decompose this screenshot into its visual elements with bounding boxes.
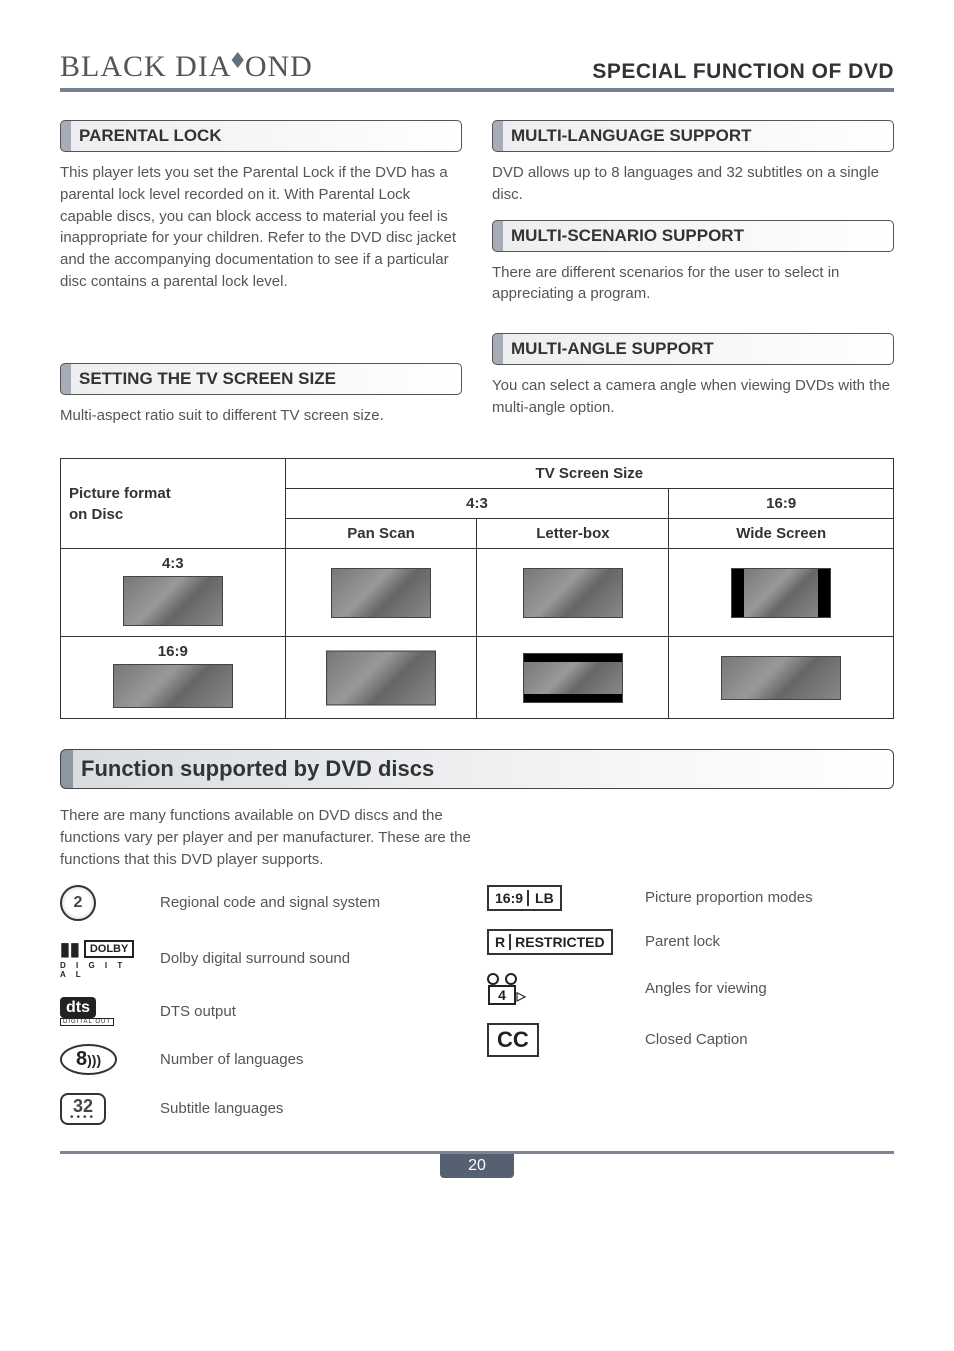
big-section-title: Function supported by DVD discs bbox=[60, 749, 894, 789]
page-number: 20 bbox=[440, 1154, 514, 1178]
aspect-169: 16:9 bbox=[495, 890, 523, 906]
row-169: 16:9 bbox=[61, 637, 286, 719]
section-angle-body: You can select a camera angle when viewi… bbox=[492, 375, 894, 419]
feature-region: 2 Regional code and signal system bbox=[60, 885, 467, 921]
dts-text: dts bbox=[60, 997, 96, 1018]
th-wide: Wide Screen bbox=[669, 519, 894, 549]
region-icon: 2 bbox=[60, 885, 96, 921]
section-angle-title: MULTI-ANGLE SUPPORT bbox=[492, 333, 894, 365]
section-scenario-body: There are different scenarios for the us… bbox=[492, 262, 894, 306]
th-letter: Letter-box bbox=[477, 519, 669, 549]
section-scenario-title: MULTI-SCENARIO SUPPORT bbox=[492, 220, 894, 252]
cell-43-pan bbox=[285, 549, 477, 637]
feature-subtitles-label: Subtitle languages bbox=[160, 1100, 283, 1117]
dolby-icon: ▮▮DOLBY D I G I T A L bbox=[60, 939, 134, 979]
aspect-icon: 16:9 LB bbox=[487, 885, 562, 911]
feature-restricted: R RESTRICTED Parent lock bbox=[487, 929, 894, 955]
row-43-label: 4:3 bbox=[162, 555, 184, 572]
th-tvsize: TV Screen Size bbox=[285, 459, 893, 489]
cc-icon: CC bbox=[487, 1023, 539, 1057]
dts-sub: DIGITAL OUT bbox=[60, 1018, 114, 1026]
feature-cc-label: Closed Caption bbox=[645, 1031, 748, 1048]
section-screen-body: Multi-aspect ratio suit to different TV … bbox=[60, 405, 462, 427]
row-169-label: 16:9 bbox=[158, 643, 188, 660]
cell-169-pan bbox=[285, 637, 477, 719]
th-picture-format-2: on Disc bbox=[69, 506, 123, 523]
feature-subtitles: 32 •••• Subtitle languages bbox=[60, 1093, 467, 1125]
th-picture-format: Picture format on Disc bbox=[61, 459, 286, 549]
brand-text-2: OND bbox=[245, 50, 313, 84]
feature-region-label: Regional code and signal system bbox=[160, 894, 380, 911]
thumb-icon bbox=[523, 653, 623, 703]
page-title: SPECIAL FUNCTION OF DVD bbox=[592, 60, 894, 84]
region-num: 2 bbox=[74, 894, 83, 912]
angles-num: 4 bbox=[498, 987, 506, 1003]
thumb-icon bbox=[721, 656, 841, 700]
thumb-169-disc bbox=[113, 664, 233, 708]
feature-aspect: 16:9 LB Picture proportion modes bbox=[487, 885, 894, 911]
dts-icon: dts DIGITAL OUT bbox=[60, 997, 114, 1026]
th-169: 16:9 bbox=[669, 489, 894, 519]
diamond-icon: ◆ bbox=[232, 46, 245, 72]
thumb-icon bbox=[523, 568, 623, 618]
features-right: 16:9 LB Picture proportion modes R RESTR… bbox=[487, 885, 894, 1125]
th-picture-format-1: Picture format bbox=[69, 485, 171, 502]
restricted-text: RESTRICTED bbox=[515, 934, 604, 950]
section-parental-title: PARENTAL LOCK bbox=[60, 120, 462, 152]
section-screen-title: SETTING THE TV SCREEN SIZE bbox=[60, 363, 462, 395]
feature-languages: 8))) Number of languages bbox=[60, 1044, 467, 1075]
right-column: MULTI-LANGUAGE SUPPORT DVD allows up to … bbox=[492, 120, 894, 440]
left-column: PARENTAL LOCK This player lets you set t… bbox=[60, 120, 462, 440]
languages-icon: 8))) bbox=[60, 1044, 117, 1075]
feature-dolby: ▮▮DOLBY D I G I T A L Dolby digital surr… bbox=[60, 939, 467, 979]
feature-angles: 4▷ Angles for viewing bbox=[487, 973, 894, 1005]
feature-angles-label: Angles for viewing bbox=[645, 980, 767, 997]
feature-dts-label: DTS output bbox=[160, 1003, 236, 1020]
brand-text-1: BLACK DIA bbox=[60, 50, 232, 84]
brand-logo: BLACK DIA◆OND bbox=[60, 50, 313, 84]
restricted-r: R bbox=[495, 934, 511, 950]
thumb-43-disc bbox=[123, 576, 223, 626]
angles-icon: 4▷ bbox=[487, 973, 517, 1005]
page-header: BLACK DIA◆OND SPECIAL FUNCTION OF DVD bbox=[60, 50, 894, 92]
page-footer: 20 bbox=[60, 1151, 894, 1178]
feature-cc: CC Closed Caption bbox=[487, 1023, 894, 1057]
th-pan: Pan Scan bbox=[285, 519, 477, 549]
big-section-body: There are many functions available on DV… bbox=[60, 805, 490, 870]
feature-dolby-label: Dolby digital surround sound bbox=[160, 950, 350, 967]
thumb-icon bbox=[331, 568, 431, 618]
dolby-text: DOLBY bbox=[84, 940, 135, 958]
th-43: 4:3 bbox=[285, 489, 669, 519]
section-multilang-title: MULTI-LANGUAGE SUPPORT bbox=[492, 120, 894, 152]
cell-169-wide bbox=[669, 637, 894, 719]
two-column-layout: PARENTAL LOCK This player lets you set t… bbox=[60, 120, 894, 440]
thumb-icon bbox=[326, 650, 436, 705]
restricted-icon: R RESTRICTED bbox=[487, 929, 613, 955]
features-grid: 2 Regional code and signal system ▮▮DOLB… bbox=[60, 885, 894, 1125]
feature-dts: dts DIGITAL OUT DTS output bbox=[60, 997, 467, 1026]
cell-43-letter bbox=[477, 549, 669, 637]
cell-43-wide bbox=[669, 549, 894, 637]
dolby-sub: D I G I T A L bbox=[60, 961, 134, 979]
feature-aspect-label: Picture proportion modes bbox=[645, 889, 813, 906]
section-multilang-body: DVD allows up to 8 languages and 32 subt… bbox=[492, 162, 894, 206]
features-left: 2 Regional code and signal system ▮▮DOLB… bbox=[60, 885, 467, 1125]
feature-restricted-label: Parent lock bbox=[645, 933, 720, 950]
row-43: 4:3 bbox=[61, 549, 286, 637]
cell-169-letter bbox=[477, 637, 669, 719]
aspect-lb: LB bbox=[527, 890, 554, 906]
section-parental-body: This player lets you set the Parental Lo… bbox=[60, 162, 462, 293]
lang-num: 8 bbox=[76, 1048, 87, 1070]
screen-size-table: Picture format on Disc TV Screen Size 4:… bbox=[60, 458, 894, 719]
feature-languages-label: Number of languages bbox=[160, 1051, 303, 1068]
thumb-icon bbox=[731, 568, 831, 618]
subtitles-icon: 32 •••• bbox=[60, 1093, 106, 1125]
